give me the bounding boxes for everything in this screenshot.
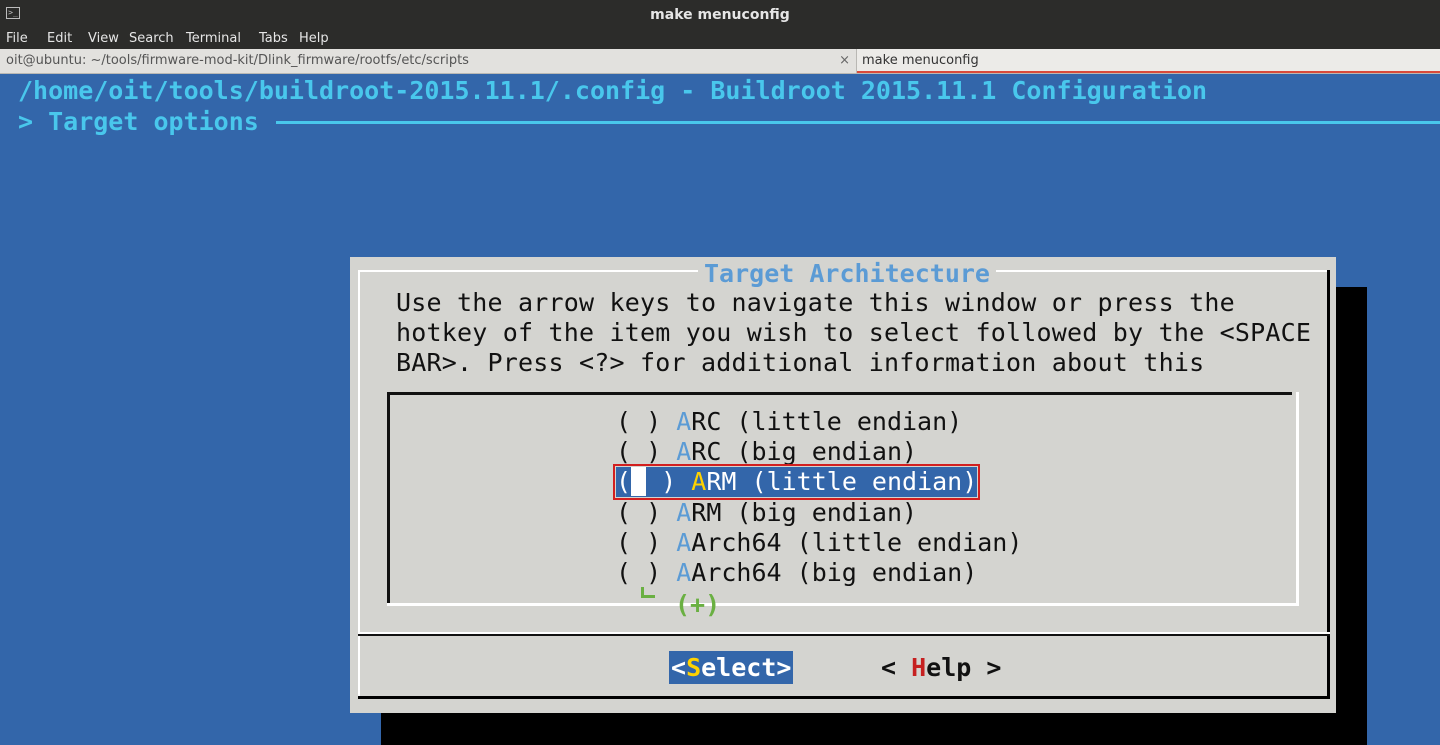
radio-mark: ( ) bbox=[616, 498, 662, 527]
close-icon[interactable]: × bbox=[839, 49, 850, 73]
tab-menuconfig-label: make menuconfig bbox=[862, 53, 979, 68]
menu-help[interactable]: Help bbox=[299, 30, 329, 47]
breadcrumb-rule bbox=[276, 121, 1440, 124]
breadcrumb: > Target options bbox=[18, 107, 259, 136]
menu-edit[interactable]: Edit bbox=[47, 30, 72, 47]
help-button[interactable]: < Help > bbox=[881, 651, 1001, 684]
tab-bar: oit@ubuntu: ~/tools/firmware-mod-kit/Dli… bbox=[0, 49, 1440, 74]
hotkey-letter: A bbox=[691, 467, 707, 496]
dialog-title: Target Architecture bbox=[698, 259, 996, 288]
button-divider-dark bbox=[358, 634, 1330, 636]
tab-menuconfig[interactable]: make menuconfig bbox=[857, 49, 1440, 73]
list-frame-bottom bbox=[387, 603, 1299, 606]
window-title: make menuconfig bbox=[650, 7, 790, 23]
radio-mark-close: ) bbox=[646, 467, 677, 496]
menubar: File Edit View Search Terminal Tabs Help bbox=[0, 30, 1440, 49]
tab-shell-label: oit@ubuntu: ~/tools/firmware-mod-kit/Dli… bbox=[6, 53, 469, 68]
item-label: RC (little endian) bbox=[691, 407, 963, 436]
radio-mark: ( ) bbox=[616, 407, 662, 436]
list-item-arc-little-endian[interactable]: ( ) ARC (little endian) bbox=[616, 407, 962, 437]
menu-file[interactable]: File bbox=[6, 30, 28, 47]
select-button-prefix: < bbox=[671, 653, 687, 682]
radio-mark-open: ( bbox=[616, 467, 632, 496]
menu-tabs[interactable]: Tabs bbox=[259, 30, 288, 47]
terminal-area[interactable]: /home/oit/tools/buildroot-2015.11.1/.con… bbox=[0, 74, 1440, 745]
hotkey-letter: A bbox=[676, 437, 692, 466]
radio-mark: ( ) bbox=[616, 437, 662, 466]
more-items-indicator: (+) bbox=[675, 590, 721, 619]
radio-mark: ( ) bbox=[616, 558, 662, 587]
more-indicator-corner-foot bbox=[641, 595, 655, 598]
item-label: Arch64 (big endian) bbox=[691, 558, 978, 587]
list-frame-top bbox=[387, 392, 1292, 395]
help-line-1: Use the arrow keys to navigate this wind… bbox=[396, 288, 1235, 317]
help-button-label: elp > bbox=[926, 653, 1002, 682]
select-button-hotkey: S bbox=[686, 653, 702, 682]
item-label: RC (big endian) bbox=[691, 437, 918, 466]
list-frame-left bbox=[387, 392, 390, 606]
help-line-2: hotkey of the item you wish to select fo… bbox=[396, 318, 1312, 347]
list-item-aarch64-big-endian[interactable]: ( ) AArch64 (big endian) bbox=[616, 558, 977, 588]
hotkey-letter: A bbox=[676, 498, 692, 527]
text-cursor bbox=[631, 467, 647, 496]
window-titlebar: >_ make menuconfig bbox=[0, 0, 1440, 30]
dialog-frame-bottom bbox=[358, 696, 1330, 699]
select-button[interactable]: <Select> bbox=[669, 651, 794, 684]
list-frame-right bbox=[1296, 392, 1299, 606]
architecture-list[interactable]: ( ) ARC (little endian) ( ) ARC (big end… bbox=[387, 392, 1299, 619]
help-button-hotkey: H bbox=[911, 653, 927, 682]
hotkey-letter: A bbox=[676, 528, 692, 557]
list-item-aarch64-little-endian[interactable]: ( ) AArch64 (little endian) bbox=[616, 528, 1022, 558]
help-line-3: BAR>. Press <?> for additional informati… bbox=[396, 348, 1205, 377]
hotkey-letter: A bbox=[676, 558, 692, 587]
menu-terminal[interactable]: Terminal bbox=[186, 30, 241, 47]
target-architecture-dialog: Target Architecture Use the arrow keys t… bbox=[350, 257, 1336, 713]
config-path-header: /home/oit/tools/buildroot-2015.11.1/.con… bbox=[18, 76, 1208, 105]
item-label: Arch64 (little endian) bbox=[691, 528, 1023, 557]
menu-search[interactable]: Search bbox=[129, 30, 174, 47]
radio-mark: ( ) bbox=[616, 528, 662, 557]
tab-shell[interactable]: oit@ubuntu: ~/tools/firmware-mod-kit/Dli… bbox=[0, 49, 857, 73]
list-item-arm-little-endian[interactable]: ( ) ARM (little endian) bbox=[612, 464, 981, 500]
list-item-arc-big-endian[interactable]: ( ) ARC (big endian) bbox=[616, 437, 917, 467]
menu-view[interactable]: View bbox=[88, 30, 119, 47]
list-item-arm-big-endian[interactable]: ( ) ARM (big endian) bbox=[616, 498, 917, 528]
help-button-prefix: < bbox=[881, 653, 912, 682]
item-label: RM (big endian) bbox=[691, 498, 918, 527]
select-button-label: elect> bbox=[701, 653, 792, 682]
item-label: RM (little endian) bbox=[706, 467, 978, 496]
hotkey-letter: A bbox=[676, 407, 692, 436]
